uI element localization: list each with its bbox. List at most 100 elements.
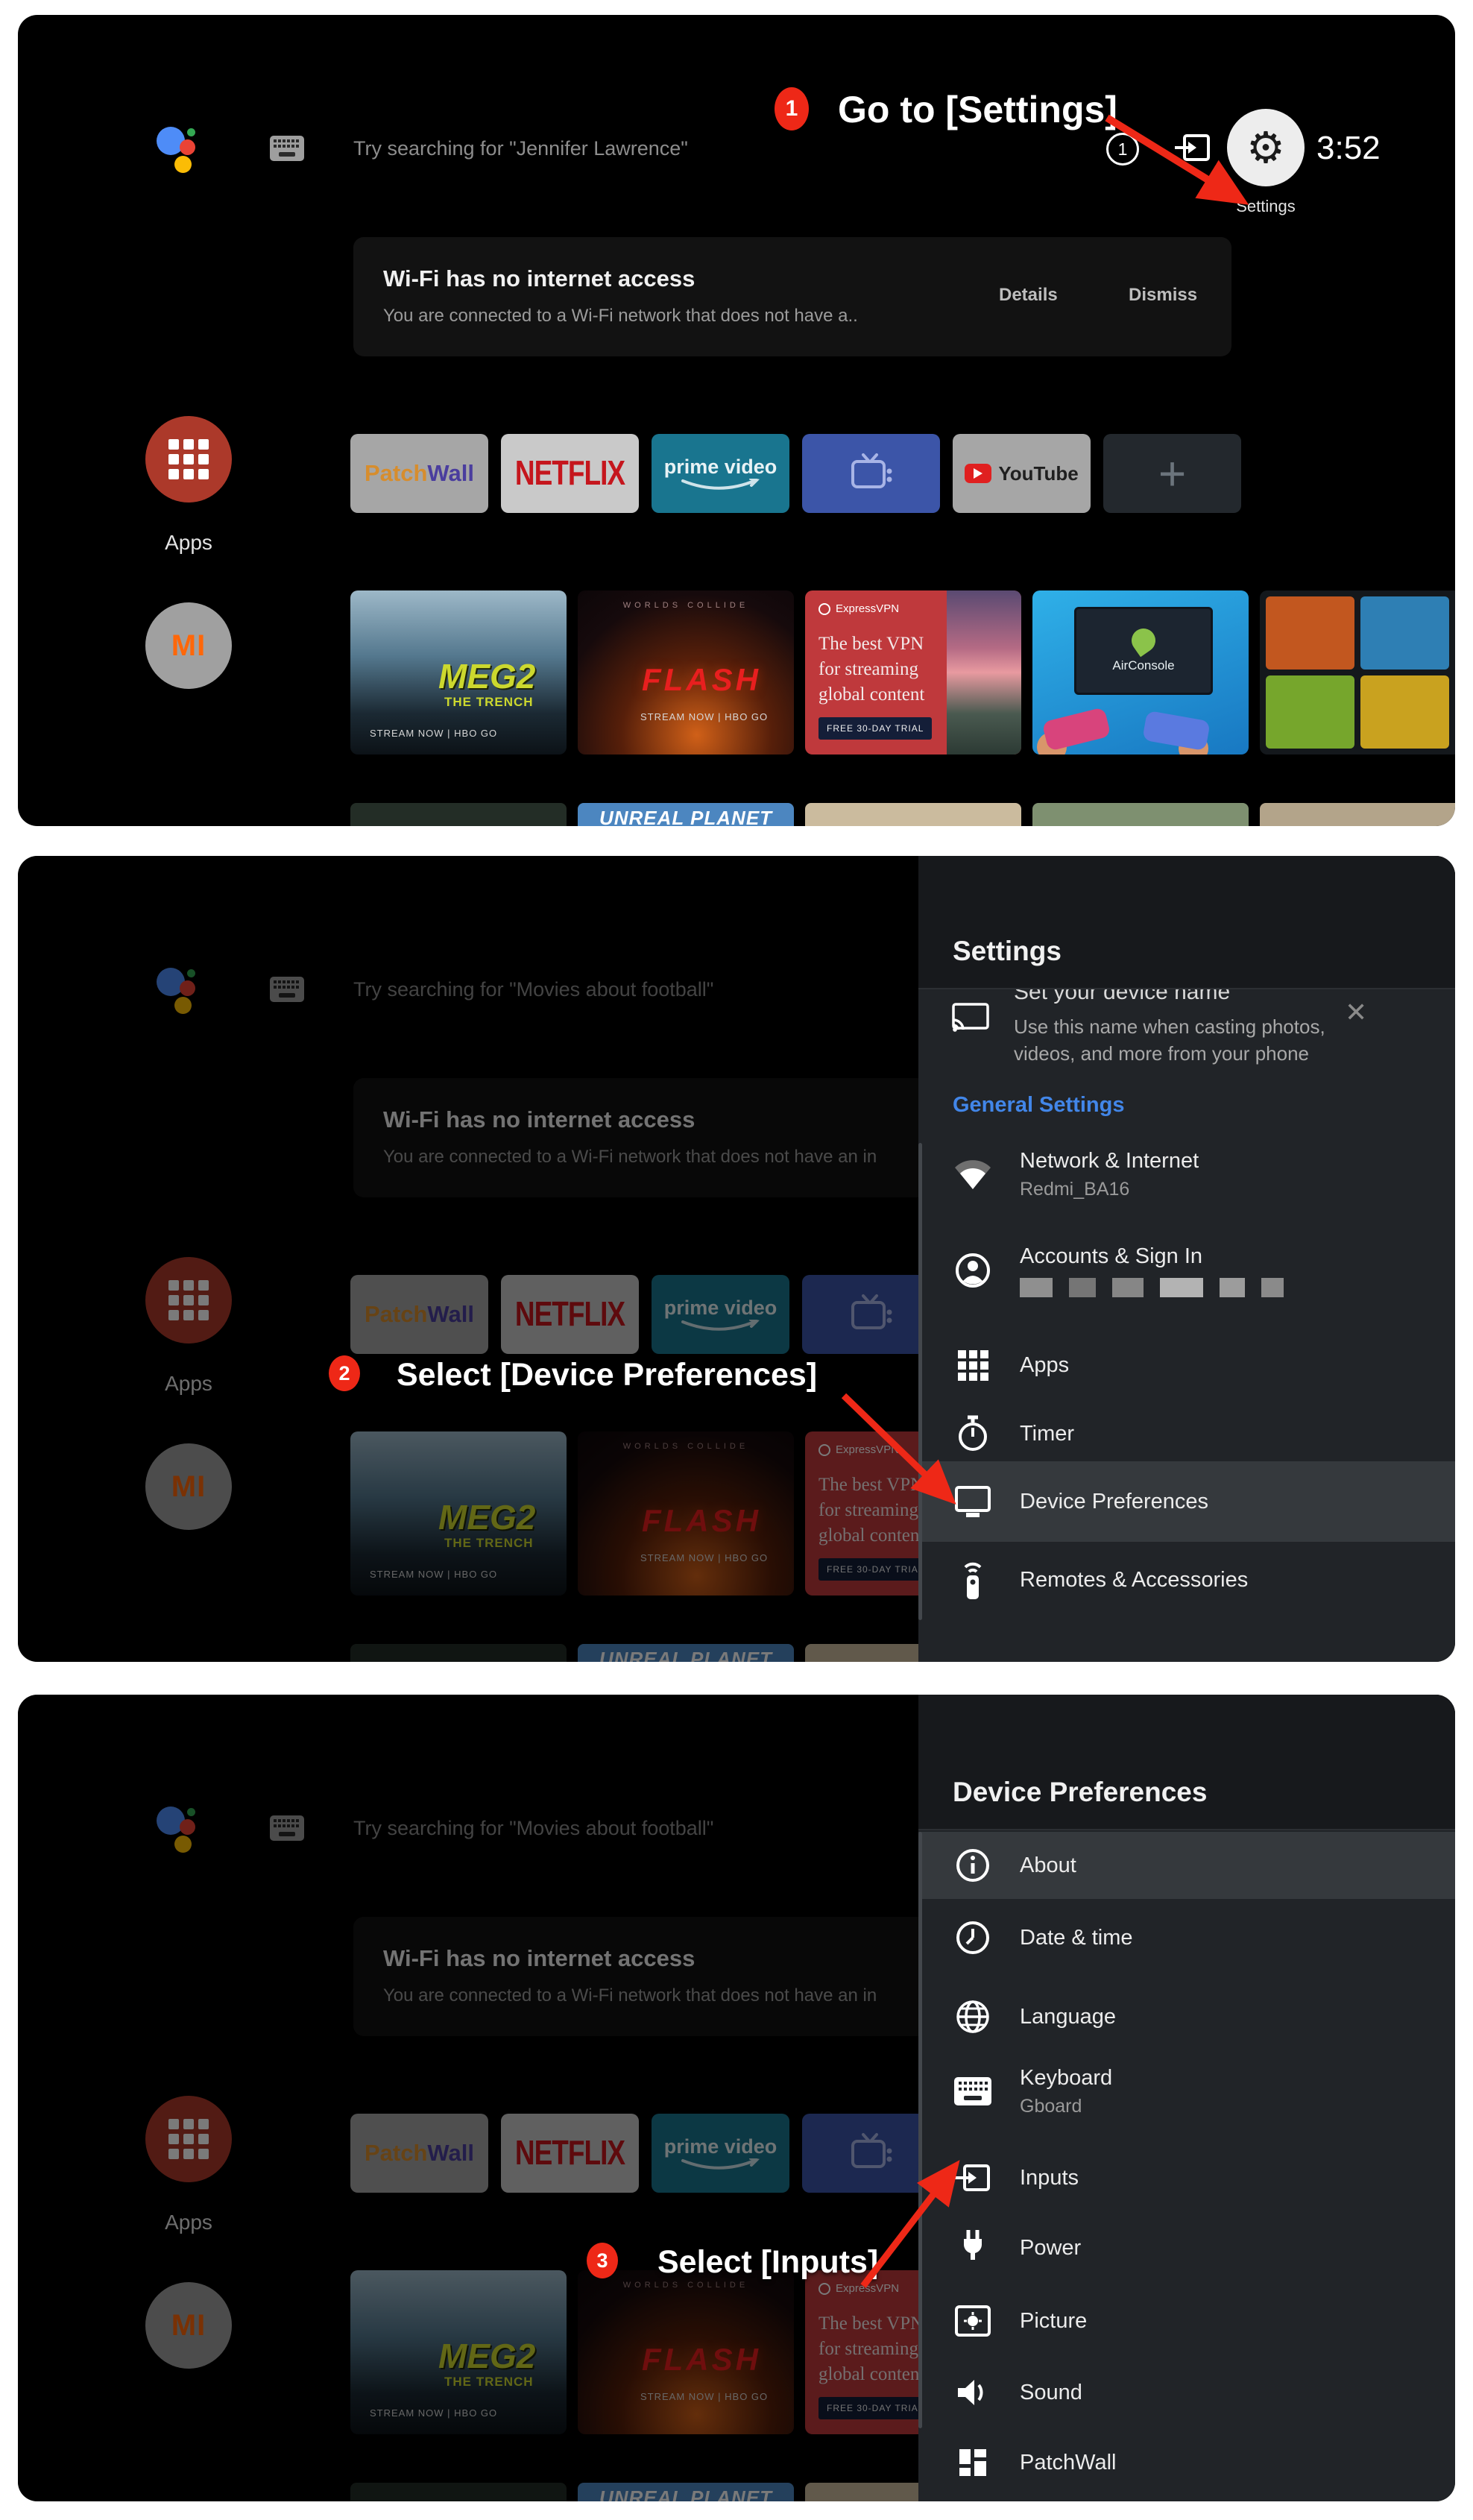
apps-button[interactable] (145, 416, 232, 503)
wifi-notification-card: Wi-Fi has no internet access You are con… (353, 237, 1231, 356)
notification-count: 1 (1118, 139, 1128, 160)
sidebar-item-network-internet[interactable]: Network & Internet Redmi_BA16 (918, 1143, 1455, 1206)
poster-expressvpn-ad[interactable]: ExpressVPN The best VPN for streaming gl… (805, 590, 1021, 755)
sidebar-item-timer[interactable]: Timer (918, 1408, 1455, 1460)
clock-icon (953, 1920, 993, 1956)
poster-the-flash[interactable]: WORLDS COLLIDE FLASH STREAM NOW | HBO GO (578, 590, 794, 755)
tv-icon (847, 452, 896, 495)
sidebar-title: Settings (953, 936, 1062, 967)
patchwall-logo-part1: Patch (365, 460, 427, 487)
device-name-card-desc1: Use this name when casting photos, (1014, 1015, 1325, 1039)
netflix-logo: NETFLIX (515, 454, 625, 494)
device-preferences-sidebar: Device Preferences About (918, 1695, 1455, 2501)
device-name-card-desc2: videos, and more from your phone (1014, 1042, 1309, 1065)
speaker-icon (953, 2376, 993, 2409)
assistant-dot-yellow (174, 156, 192, 173)
meg2-subtitle: THE TRENCH (444, 695, 534, 710)
next-row-thumbnail[interactable] (350, 803, 567, 826)
step-label-1: Go to [Settings] (838, 88, 1117, 131)
sidebar-item-sound[interactable]: Sound (918, 2366, 1455, 2419)
cast-icon (951, 1002, 990, 1035)
step-label-2: Select [Device Preferences] (397, 1357, 817, 1393)
inputs-icon (953, 2163, 993, 2193)
settings-gear-button[interactable]: ⚙ (1227, 109, 1305, 186)
wifi-details-button[interactable]: Details (999, 285, 1058, 306)
general-settings-section: General Settings (953, 1093, 1124, 1118)
poster-airconsole[interactable]: AirConsole (1032, 590, 1249, 755)
patchwall-icon (953, 2448, 993, 2478)
search-hint[interactable]: Try searching for "Jennifer Lawrence" (353, 137, 688, 160)
flash-tagline: WORLDS COLLIDE (578, 601, 794, 610)
meg2-stream-badge: STREAM NOW | HBO GO (370, 728, 497, 739)
app-tile-add[interactable]: + (1103, 434, 1241, 513)
poster-games-partial[interactable] (1260, 590, 1455, 755)
youtube-play-icon (965, 464, 991, 483)
sidebar-item-language[interactable]: Language (918, 1990, 1455, 2044)
scrollbar[interactable] (918, 1143, 922, 1620)
vpn-ad-line1: The best VPN (818, 634, 924, 655)
sidebar-item-about[interactable]: About (918, 1832, 1455, 1899)
sidebar-item-device-preferences[interactable]: Device Preferences (918, 1461, 1455, 1542)
scrollbar[interactable] (918, 1832, 922, 2428)
next-row-thumbnail[interactable] (1260, 803, 1455, 826)
vpn-trial-button[interactable]: FREE 30-DAY TRIAL (818, 717, 932, 740)
meg2-title: MEG2 (438, 656, 535, 696)
mi-logo: MI (171, 629, 206, 663)
sidebar-item-patchwall[interactable]: PatchWall (918, 2436, 1455, 2489)
app-tile-patchwall[interactable]: PatchWall (350, 434, 488, 513)
globe-icon (953, 1999, 993, 2035)
screenshot-step3-device-preferences: Try searching for "Movies about football… (18, 1695, 1455, 2501)
mi-logo-button[interactable]: MI (145, 602, 232, 689)
sidebar-item-inputs[interactable]: Inputs (918, 2151, 1455, 2205)
timer-icon (953, 1414, 993, 1453)
flash-stream-badge: STREAM NOW | HBO GO (640, 711, 768, 722)
plus-icon: + (1158, 446, 1186, 501)
app-tile-mi-tv[interactable] (802, 434, 940, 513)
app-tile-prime-video[interactable]: prime video (652, 434, 789, 513)
vpn-ad-line2: for streaming (818, 659, 918, 680)
app-tile-youtube[interactable]: YouTube (953, 434, 1091, 513)
notification-icon[interactable]: 1 (1106, 133, 1139, 166)
apps-grid-icon (953, 1348, 993, 1382)
info-icon (953, 1848, 993, 1883)
sidebar-item-power[interactable]: Power (918, 2221, 1455, 2275)
sidebar-header: Device Preferences (918, 1695, 1455, 1830)
inputs-source-icon[interactable] (1175, 133, 1211, 163)
airconsole-tv: AirConsole (1074, 607, 1213, 695)
controller-pink (1041, 707, 1111, 752)
assistant-dot-green (187, 128, 195, 136)
apps-label: Apps (145, 531, 232, 555)
monitor-icon (953, 1484, 993, 1519)
sidebar-item-picture[interactable]: Picture (918, 2294, 1455, 2348)
keyboard-search-icon[interactable] (270, 136, 304, 161)
airconsole-name: AirConsole (1112, 658, 1174, 673)
wifi-subtitle: You are connected to a Wi-Fi network tha… (383, 306, 858, 327)
settings-caption: Settings (1227, 197, 1305, 216)
flash-title: FLASH (642, 662, 761, 698)
next-row-thumbnail[interactable] (805, 803, 1021, 826)
clock-time: 3:52 (1316, 130, 1381, 167)
step-badge-3: 3 (587, 2243, 618, 2278)
next-row-unreal-planet[interactable]: UNREAL PLANET (578, 803, 794, 826)
close-icon[interactable]: ✕ (1345, 998, 1367, 1028)
wifi-icon (953, 1158, 993, 1191)
sidebar-item-keyboard[interactable]: Keyboard Gboard (918, 2054, 1455, 2129)
next-row-thumbnail[interactable] (1032, 803, 1249, 826)
step-badge-1: 1 (775, 87, 809, 130)
sidebar-header: Settings (918, 856, 1455, 989)
wifi-title: Wi-Fi has no internet access (383, 265, 695, 292)
prime-video-logo: prime video (664, 456, 777, 479)
wifi-dismiss-button[interactable]: Dismiss (1129, 285, 1197, 306)
remote-icon (953, 1559, 993, 1601)
google-assistant-logo[interactable] (157, 119, 207, 173)
sidebar-item-apps[interactable]: Apps (918, 1339, 1455, 1391)
app-tile-netflix[interactable]: NETFLIX (501, 434, 639, 513)
patchwall-logo-part2: Wall (427, 460, 474, 487)
step-badge-2: 2 (329, 1355, 360, 1391)
gear-icon: ⚙ (1246, 126, 1285, 169)
sidebar-item-remotes-accessories[interactable]: Remotes & Accessories (918, 1548, 1455, 1612)
sidebar-item-accounts-sign-in[interactable]: Accounts & Sign In (918, 1238, 1455, 1303)
assistant-dot-red (180, 139, 195, 155)
poster-meg2[interactable]: MEG2 THE TRENCH STREAM NOW | HBO GO (350, 590, 567, 755)
sidebar-item-date-time[interactable]: Date & time (918, 1911, 1455, 1965)
